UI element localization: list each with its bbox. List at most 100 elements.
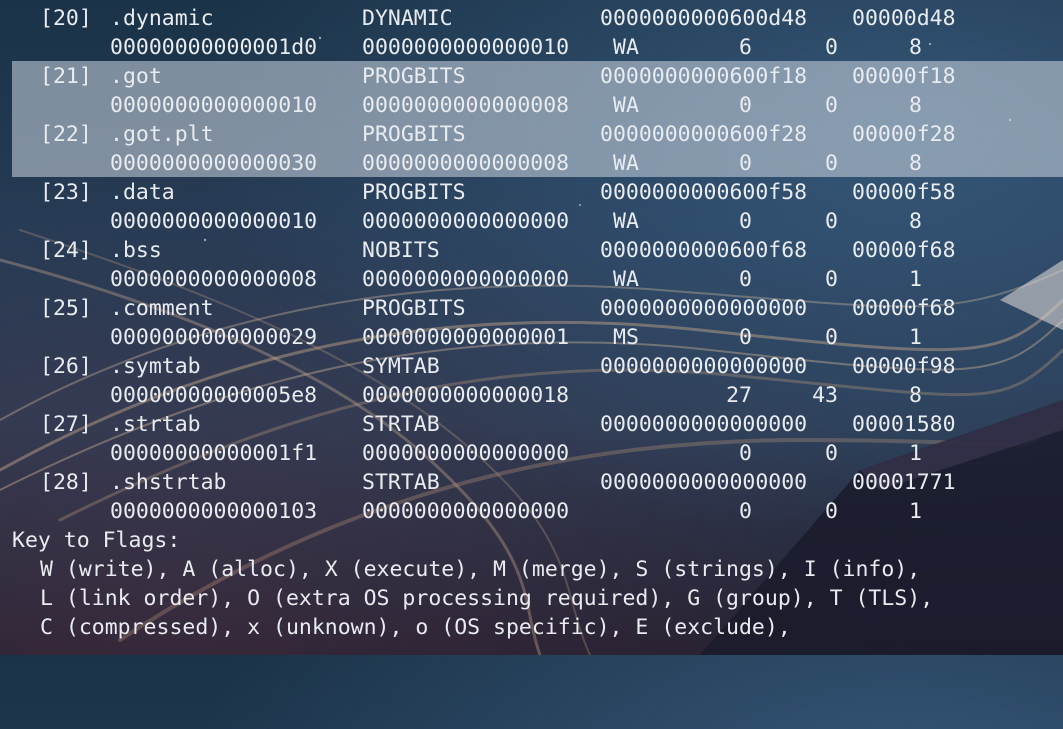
section-name: .got: [110, 64, 162, 89]
section-name: .dynamic: [110, 6, 214, 31]
section-size: 0000000000000010: [110, 93, 318, 118]
section-size: 0000000000000010: [110, 209, 318, 234]
section-index: [28]: [40, 470, 92, 495]
section-name: .symtab: [110, 354, 201, 379]
section-flags: WA: [613, 35, 639, 60]
section-row-detail: 0000000000000030 0000000000000008 WA 0 0…: [12, 149, 1063, 178]
section-flags: WA: [613, 93, 639, 118]
section-type: SYMTAB: [362, 354, 440, 379]
section-link: 0: [739, 151, 752, 176]
section-type: STRTAB: [362, 470, 440, 495]
section-address: 0000000000600f58: [600, 180, 808, 205]
section-offset: 00001580: [852, 412, 956, 437]
section-row-main: [27] .strtab STRTAB 0000000000000000 000…: [12, 410, 1063, 439]
flags-legend-text: C (compressed), x (unknown), o (OS speci…: [40, 615, 791, 640]
section-entsize: 0000000000000008: [362, 93, 570, 118]
section-row-detail: 0000000000000010 0000000000000008 WA 0 0…: [12, 91, 1063, 120]
section-link: 0: [739, 325, 752, 350]
section-flags: WA: [613, 267, 639, 292]
section-type: PROGBITS: [362, 122, 466, 147]
section-info: 0: [825, 93, 838, 118]
section-info: 0: [825, 441, 838, 466]
flags-legend-line: C (compressed), x (unknown), o (OS speci…: [12, 613, 1063, 642]
section-address: 0000000000600f68: [600, 238, 808, 263]
section-row-main: [28] .shstrtab STRTAB 0000000000000000 0…: [12, 468, 1063, 497]
section-info: 43: [812, 383, 838, 408]
section-flags: MS: [613, 325, 639, 350]
section-index: [22]: [40, 122, 92, 147]
section-info: 0: [825, 499, 838, 524]
section-type: PROGBITS: [362, 64, 466, 89]
section-name: .strtab: [110, 412, 201, 437]
section-address: 0000000000000000: [600, 412, 808, 437]
section-size: 0000000000000103: [110, 499, 318, 524]
section-row-detail: 00000000000001f1 0000000000000000 0 0 1: [12, 439, 1063, 468]
section-align: 8: [909, 35, 922, 60]
section-row-main: [25] .comment PROGBITS 0000000000000000 …: [12, 294, 1063, 323]
section-align: 8: [909, 383, 922, 408]
section-address: 0000000000000000: [600, 296, 808, 321]
section-link: 0: [739, 267, 752, 292]
section-type: PROGBITS: [362, 180, 466, 205]
flags-legend-text: W (write), A (alloc), X (execute), M (me…: [40, 557, 921, 582]
section-row-detail: 00000000000005e8 0000000000000018 27 43 …: [12, 381, 1063, 410]
section-entsize: 0000000000000000: [362, 499, 570, 524]
section-size: 00000000000005e8: [110, 383, 318, 408]
section-address: 0000000000600d48: [600, 6, 808, 31]
section-row-main: [20] .dynamic DYNAMIC 0000000000600d48 0…: [12, 4, 1063, 33]
section-offset: 00000f98: [852, 354, 956, 379]
section-entsize: 0000000000000000: [362, 441, 570, 466]
section-align: 8: [909, 209, 922, 234]
terminal-output: [20] .dynamic DYNAMIC 0000000000600d48 0…: [12, 4, 1063, 642]
section-name: .data: [110, 180, 175, 205]
section-link: 0: [739, 93, 752, 118]
section-entsize: 0000000000000010: [362, 35, 570, 60]
section-info: 0: [825, 325, 838, 350]
section-info: 0: [825, 35, 838, 60]
section-row-main: [23] .data PROGBITS 0000000000600f58 000…: [12, 178, 1063, 207]
section-align: 1: [909, 325, 922, 350]
section-align: 1: [909, 441, 922, 466]
section-name: .bss: [110, 238, 162, 263]
section-link: 0: [739, 441, 752, 466]
flags-legend-line: L (link order), O (extra OS processing r…: [12, 584, 1063, 613]
section-size: 00000000000001f1: [110, 441, 318, 466]
section-address: 0000000000000000: [600, 354, 808, 379]
flags-legend-line: W (write), A (alloc), X (execute), M (me…: [12, 555, 1063, 584]
section-address: 0000000000600f18: [600, 64, 808, 89]
section-flags: WA: [613, 151, 639, 176]
section-link: 27: [726, 383, 752, 408]
section-offset: 00001771: [852, 470, 956, 495]
section-info: 0: [825, 209, 838, 234]
section-type: PROGBITS: [362, 296, 466, 321]
section-offset: 00000f18: [852, 64, 956, 89]
section-offset: 00000f68: [852, 238, 956, 263]
section-index: [27]: [40, 412, 92, 437]
section-type: DYNAMIC: [362, 6, 453, 31]
section-index: [24]: [40, 238, 92, 263]
section-align: 1: [909, 267, 922, 292]
section-entsize: 0000000000000008: [362, 151, 570, 176]
section-info: 0: [825, 267, 838, 292]
section-offset: 00000d48: [852, 6, 956, 31]
flags-legend-text: L (link order), O (extra OS processing r…: [40, 586, 934, 611]
section-index: [25]: [40, 296, 92, 321]
section-link: 6: [739, 35, 752, 60]
section-address: 0000000000000000: [600, 470, 808, 495]
section-align: 1: [909, 499, 922, 524]
section-row-main: [22] .got.plt PROGBITS 0000000000600f28 …: [12, 120, 1063, 149]
section-row-detail: 0000000000000008 0000000000000000 WA 0 0…: [12, 265, 1063, 294]
section-entsize: 0000000000000001: [362, 325, 570, 350]
section-link: 0: [739, 209, 752, 234]
section-entsize: 0000000000000000: [362, 267, 570, 292]
section-address: 0000000000600f28: [600, 122, 808, 147]
section-name: .shstrtab: [110, 470, 227, 495]
section-entsize: 0000000000000018: [362, 383, 570, 408]
section-name: .comment: [110, 296, 214, 321]
section-row-detail: 0000000000000010 0000000000000000 WA 0 0…: [12, 207, 1063, 236]
section-row-main: [24] .bss NOBITS 0000000000600f68 00000f…: [12, 236, 1063, 265]
section-row-detail: 0000000000000103 0000000000000000 0 0 1: [12, 497, 1063, 526]
section-info: 0: [825, 151, 838, 176]
section-size: 0000000000000029: [110, 325, 318, 350]
section-flags: WA: [613, 209, 639, 234]
